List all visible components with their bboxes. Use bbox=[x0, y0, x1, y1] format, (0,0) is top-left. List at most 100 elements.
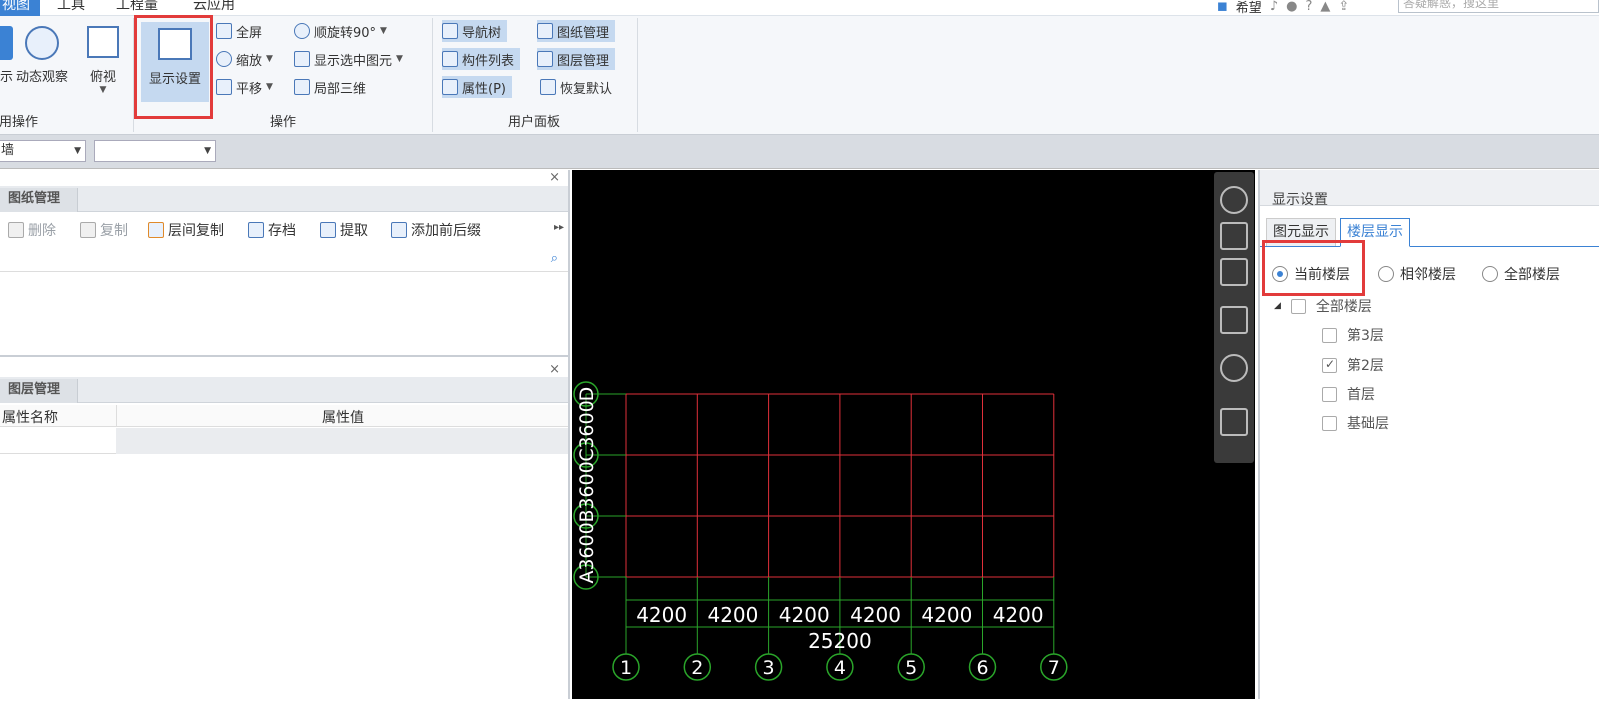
radio-adjacent-floor[interactable]: 相邻楼层 bbox=[1378, 264, 1456, 284]
prefix-icon bbox=[391, 222, 407, 238]
checkbox-checked-icon[interactable] bbox=[1322, 357, 1337, 373]
cube-3d-icon[interactable] bbox=[1220, 222, 1248, 250]
bell-icon[interactable]: ♪ bbox=[1270, 0, 1278, 14]
table-row[interactable] bbox=[0, 428, 568, 454]
archive-button[interactable]: 存档 bbox=[248, 220, 296, 240]
user-name[interactable]: 希望 bbox=[1236, 0, 1262, 16]
shirt-icon[interactable]: ▲ bbox=[1320, 0, 1330, 14]
floor-copy-icon bbox=[148, 222, 164, 238]
user-toolbar: ◼ 希望 ♪ ● ? ▲ ⇪ bbox=[1217, 0, 1349, 16]
axis-label: B bbox=[576, 509, 598, 522]
dimension-label: 4200 bbox=[921, 603, 972, 627]
copy-button[interactable]: 复制 bbox=[80, 220, 128, 240]
tab-layer-manager[interactable]: 图层管理 bbox=[0, 379, 78, 403]
restore-default-button[interactable]: 恢复默认 bbox=[540, 76, 612, 98]
orbit-icon[interactable] bbox=[1220, 186, 1248, 214]
dynamic-observe-button[interactable]: 动态观察 bbox=[16, 26, 68, 85]
axis-label: A bbox=[576, 571, 598, 584]
floor-copy-button[interactable]: 层间复制 bbox=[148, 220, 224, 240]
grid-icon[interactable] bbox=[1220, 408, 1248, 436]
tree-item-foundation[interactable]: 基础层 bbox=[1322, 413, 1389, 433]
menu-tab-cloud[interactable]: 云应用 bbox=[193, 0, 235, 16]
dimension-label: 3600 bbox=[576, 400, 598, 448]
property-value-cell[interactable] bbox=[116, 428, 568, 454]
more-icon[interactable]: ▸▸ bbox=[554, 222, 564, 233]
menu-tab-quantity[interactable]: 工程量 bbox=[116, 0, 158, 16]
axis-grid-drawing[interactable]: 4200 4200 4200 4200 4200 4200252001 2 3 4 5 6 7ABCD… bbox=[572, 170, 1255, 699]
dimension-label: 3600 bbox=[576, 522, 598, 570]
ribbon: 示 动态观察 俯视 ▼ 用操作 显示设置 全屏 缩放 ▼ 平移 ▼ 顺旋转90° ▼ … bbox=[0, 16, 1599, 135]
drawing-search-field[interactable]: ⌕ bbox=[0, 248, 568, 272]
cube-side-icon[interactable] bbox=[1220, 306, 1248, 334]
chevron-down-icon: ▼ bbox=[204, 146, 211, 156]
group-label-common: 用操作 bbox=[0, 115, 39, 130]
fullscreen-button[interactable]: 全屏 bbox=[216, 20, 262, 42]
tree-item-floor-2[interactable]: 第2层 bbox=[1322, 355, 1384, 375]
rotate-90-button[interactable]: 顺旋转90° ▼ bbox=[294, 20, 387, 42]
zoom-icon bbox=[216, 51, 232, 67]
chat-icon[interactable]: ● bbox=[1286, 0, 1297, 14]
view-toolbar bbox=[1214, 172, 1254, 463]
menu-tab-tools[interactable]: 工具 bbox=[57, 0, 85, 16]
cube-front-icon[interactable] bbox=[1220, 258, 1248, 286]
component-list-button[interactable]: 构件列表 bbox=[442, 48, 521, 70]
group-divider bbox=[432, 18, 433, 132]
drawing-icon bbox=[537, 23, 553, 39]
dimension-label: 4200 bbox=[636, 603, 687, 627]
nav-tree-button[interactable]: 导航树 bbox=[442, 20, 508, 42]
radio-empty-icon bbox=[1482, 266, 1498, 282]
axis-label: 5 bbox=[905, 657, 917, 679]
show-selected-icon bbox=[294, 51, 310, 67]
tree-item-floor-3[interactable]: 第3层 bbox=[1322, 325, 1384, 345]
help-icon[interactable]: ? bbox=[1305, 0, 1312, 14]
component-type-select[interactable]: 墙 ▼ bbox=[0, 140, 86, 162]
rotate-icon[interactable] bbox=[1220, 354, 1248, 382]
pan-button[interactable]: 平移 ▼ bbox=[216, 76, 273, 98]
collapse-icon[interactable]: ◢ bbox=[1274, 301, 1281, 311]
chevron-down-icon: ▼ bbox=[266, 54, 273, 64]
user-avatar-icon[interactable]: ◼ bbox=[1217, 0, 1228, 14]
axis-label: 2 bbox=[691, 657, 703, 679]
search-icon[interactable]: ⌕ bbox=[551, 251, 558, 266]
layer-manager-button[interactable]: 图层管理 bbox=[537, 48, 616, 70]
share-icon[interactable]: ⇪ bbox=[1338, 0, 1349, 14]
copy-icon bbox=[80, 222, 96, 238]
tree-root-all-floors[interactable]: ◢ 全部楼层 bbox=[1274, 296, 1372, 316]
rotate-icon bbox=[294, 23, 310, 39]
properties-button[interactable]: 属性(P) bbox=[442, 76, 512, 98]
axis-label: D bbox=[576, 387, 598, 402]
checkbox-icon[interactable] bbox=[1322, 327, 1337, 343]
tree-item-floor-1[interactable]: 首层 bbox=[1322, 384, 1375, 404]
menu-tab-view[interactable]: 视图 bbox=[0, 0, 40, 16]
radio-empty-icon bbox=[1378, 266, 1394, 282]
checkbox-icon[interactable] bbox=[1290, 298, 1306, 314]
drawing-manager-button[interactable]: 图纸管理 bbox=[537, 20, 616, 42]
extract-button[interactable]: 提取 bbox=[320, 220, 368, 240]
highlight-box bbox=[1262, 240, 1365, 296]
dimension-label: 4200 bbox=[993, 603, 1044, 627]
checkbox-icon[interactable] bbox=[1322, 415, 1337, 431]
search-input[interactable]: 答疑解惑，搜这里 bbox=[1398, 0, 1599, 13]
top-view-button[interactable]: 俯视 ▼ bbox=[87, 26, 119, 95]
delete-icon bbox=[8, 222, 24, 238]
delete-button[interactable]: 删除 bbox=[8, 220, 56, 240]
add-prefix-suffix-button[interactable]: 添加前后缀 bbox=[391, 220, 481, 240]
local-3d-button[interactable]: 局部三维 bbox=[294, 76, 366, 98]
close-icon[interactable]: × bbox=[549, 170, 560, 185]
partial-view-button[interactable]: 示 bbox=[0, 26, 13, 85]
dimension-label: 4200 bbox=[850, 603, 901, 627]
archive-icon bbox=[248, 222, 264, 238]
component-name-select[interactable]: ▼ bbox=[94, 140, 216, 162]
col-divider bbox=[116, 405, 117, 427]
tab-drawing-manager[interactable]: 图纸管理 bbox=[0, 188, 78, 212]
checkbox-icon[interactable] bbox=[1322, 386, 1337, 402]
radio-all-floors[interactable]: 全部楼层 bbox=[1482, 264, 1560, 284]
property-table-header: 属性名称 属性值 bbox=[0, 405, 568, 427]
show-selected-button[interactable]: 显示选中图元 ▼ bbox=[294, 48, 403, 70]
panel-title: 显示设置 bbox=[1272, 192, 1328, 208]
close-icon[interactable]: × bbox=[549, 362, 560, 377]
component-list-icon bbox=[442, 51, 458, 67]
zoom-button[interactable]: 缩放 ▼ bbox=[216, 48, 273, 70]
layer-panel-header: 图层管理 bbox=[0, 377, 568, 403]
drawing-canvas[interactable]: 4200 4200 4200 4200 4200 4200 25200 1 2 3 4 5 6 7 A B C D… bbox=[572, 170, 1255, 699]
